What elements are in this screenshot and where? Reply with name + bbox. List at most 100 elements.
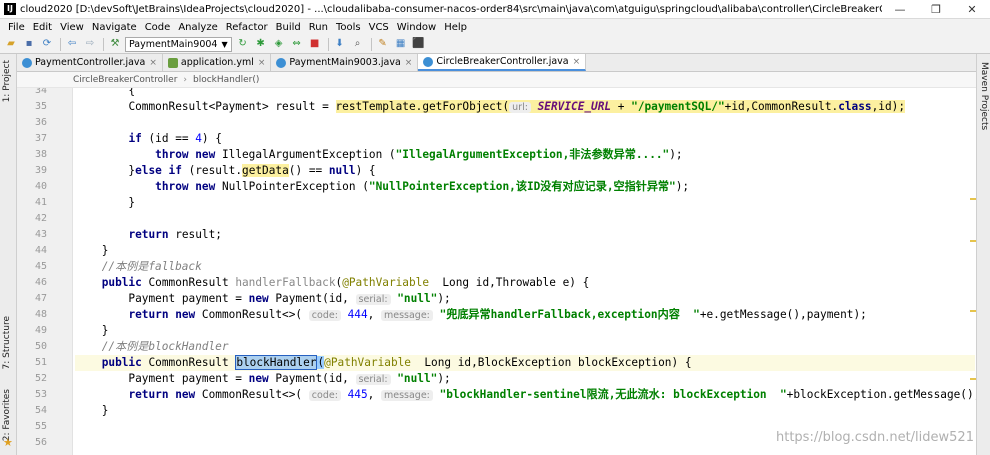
menu-navigate[interactable]: Navigate [88,22,141,33]
line-number: 48 [34,309,47,320]
code-line: Payment payment = new Payment(id, serial… [75,372,451,385]
line-number: 34 [34,88,47,96]
run-config-label: PaymentMain9004 [129,38,218,50]
parameter-hint: serial: [355,294,391,305]
code-line: CommonResult<Payment> result = restTempl… [128,100,906,113]
star-icon: ★ [3,436,13,449]
save-icon[interactable]: ▪ [21,37,37,51]
chevron-right-icon: › [183,74,188,85]
rerun-icon[interactable]: ↻ [235,37,251,51]
code-line: } [75,196,136,209]
forward-arrow-icon[interactable]: ⇨ [82,37,98,51]
line-number: 45 [34,261,47,272]
warning-marker[interactable] [970,240,976,242]
close-icon[interactable]: × [573,57,581,67]
line-number: 53 [34,389,47,400]
line-number: 54 [34,405,47,416]
settings-wrench-icon[interactable]: ✎ [375,37,391,51]
line-number: 44 [34,245,47,256]
menu-view[interactable]: View [56,22,88,33]
menu-edit[interactable]: Edit [29,22,56,33]
stop-icon[interactable]: ■ [307,37,323,51]
tab-payment-main-9003[interactable]: PaymentMain9003.java × [271,54,419,71]
minimize-button[interactable]: — [882,0,918,19]
intellij-logo-icon: IJ [4,3,16,15]
code-line-current: public CommonResult blockHandler(@PathVa… [75,355,975,371]
code-line: public CommonResult handlerFallback(@Pat… [101,276,590,289]
menu-file[interactable]: File [4,22,29,33]
toolbar-separator [370,37,372,51]
parameter-hint: serial: [355,374,391,385]
breadcrumb: CircleBreakerController › blockHandler() [17,72,976,88]
menu-build[interactable]: Build [272,22,305,33]
parameter-hint: code: [308,310,341,321]
code-line: } [75,244,109,257]
parameter-hint: code: [308,390,341,401]
code-content[interactable]: { CommonResult<Payment> result = restTem… [75,88,976,451]
parameter-hint: message: [380,310,433,321]
menu-help[interactable]: Help [440,22,471,33]
menu-bar: File Edit View Navigate Code Analyze Ref… [0,19,990,35]
warning-marker[interactable] [970,310,976,312]
back-arrow-icon[interactable]: ⇦ [64,37,80,51]
menu-code[interactable]: Code [141,22,175,33]
warning-marker[interactable] [970,198,976,200]
menu-run[interactable]: Run [305,22,332,33]
coverage-icon[interactable]: ◈ [271,37,287,51]
code-line: return result; [128,228,222,241]
tab-application-yml[interactable]: application.yml × [163,54,272,71]
line-number: 37 [34,133,47,144]
project-structure-icon[interactable]: ▦ [393,37,409,51]
main-toolbar: ▰ ▪ ⟳ ⇦ ⇨ ⚒ PaymentMain9004 ▼ ↻ ✱ ◈ ⇔ ■ … [0,35,990,54]
structure-tool-tab[interactable]: 7: Structure [2,316,12,370]
menu-refactor[interactable]: Refactor [222,22,272,33]
profile-icon[interactable]: ⇔ [289,37,305,51]
breadcrumb-method[interactable]: blockHandler() [193,75,259,85]
find-icon[interactable]: ⌕ [350,37,366,51]
code-comment: //本例是fallback [75,260,202,273]
parameter-hint: url: [509,102,531,113]
build-hammer-icon[interactable]: ⚒ [107,37,123,51]
maven-projects-tool-tab[interactable]: Maven Projects [979,62,989,130]
line-gutter[interactable]: 34 35 36 37 38 39 40 41 42 43 44 45 46 4… [17,88,73,455]
favorites-tool-tab[interactable]: 2: Favorites [2,389,12,441]
code-editor[interactable]: 34 35 36 37 38 39 40 41 42 43 44 45 46 4… [17,88,976,455]
run-configuration-select[interactable]: PaymentMain9004 ▼ [125,36,232,52]
tab-label: PaymentController.java [35,57,146,68]
close-icon[interactable]: × [258,58,266,68]
close-button[interactable]: ✕ [954,0,990,19]
window-title: cloud2020 [D:\devSoft\JetBrains\IdeaProj… [20,3,882,15]
warning-marker[interactable] [970,378,976,380]
code-line: if (id == 4) { [128,132,222,145]
close-icon[interactable]: × [149,58,157,68]
breadcrumb-class[interactable]: CircleBreakerController [73,75,177,85]
code-line: return new CommonResult<>( code: 445, me… [128,388,976,401]
menu-tools[interactable]: Tools [332,22,365,33]
project-tool-tab[interactable]: 1: Project [2,60,12,102]
debug-icon[interactable]: ✱ [253,37,269,51]
code-line: throw new NullPointerException ("NullPoi… [155,180,690,193]
menu-window[interactable]: Window [393,22,440,33]
sync-icon[interactable]: ⟳ [39,37,55,51]
open-folder-icon[interactable]: ▰ [3,37,19,51]
tab-payment-controller[interactable]: PaymentController.java × [17,54,163,71]
line-number: 39 [34,165,47,176]
toolbar-separator [327,37,329,51]
line-number: 52 [34,373,47,384]
toolbar-separator [60,37,61,51]
menu-analyze[interactable]: Analyze [174,22,221,33]
selected-identifier[interactable]: blockHandler [235,355,318,370]
line-number: 55 [34,421,47,432]
line-number: 51 [34,357,47,368]
right-tool-strip: Maven Projects [976,54,990,455]
close-icon[interactable]: × [405,58,413,68]
tab-label: application.yml [180,57,254,68]
vcs-update-icon[interactable]: ⬇ [332,37,348,51]
maximize-button[interactable]: ❐ [918,0,954,19]
tab-circle-breaker-controller[interactable]: CircleBreakerController.java × [418,54,587,71]
line-number: 47 [34,293,47,304]
sdk-manager-icon[interactable]: ⬛ [411,37,427,51]
menu-vcs[interactable]: VCS [365,22,393,33]
